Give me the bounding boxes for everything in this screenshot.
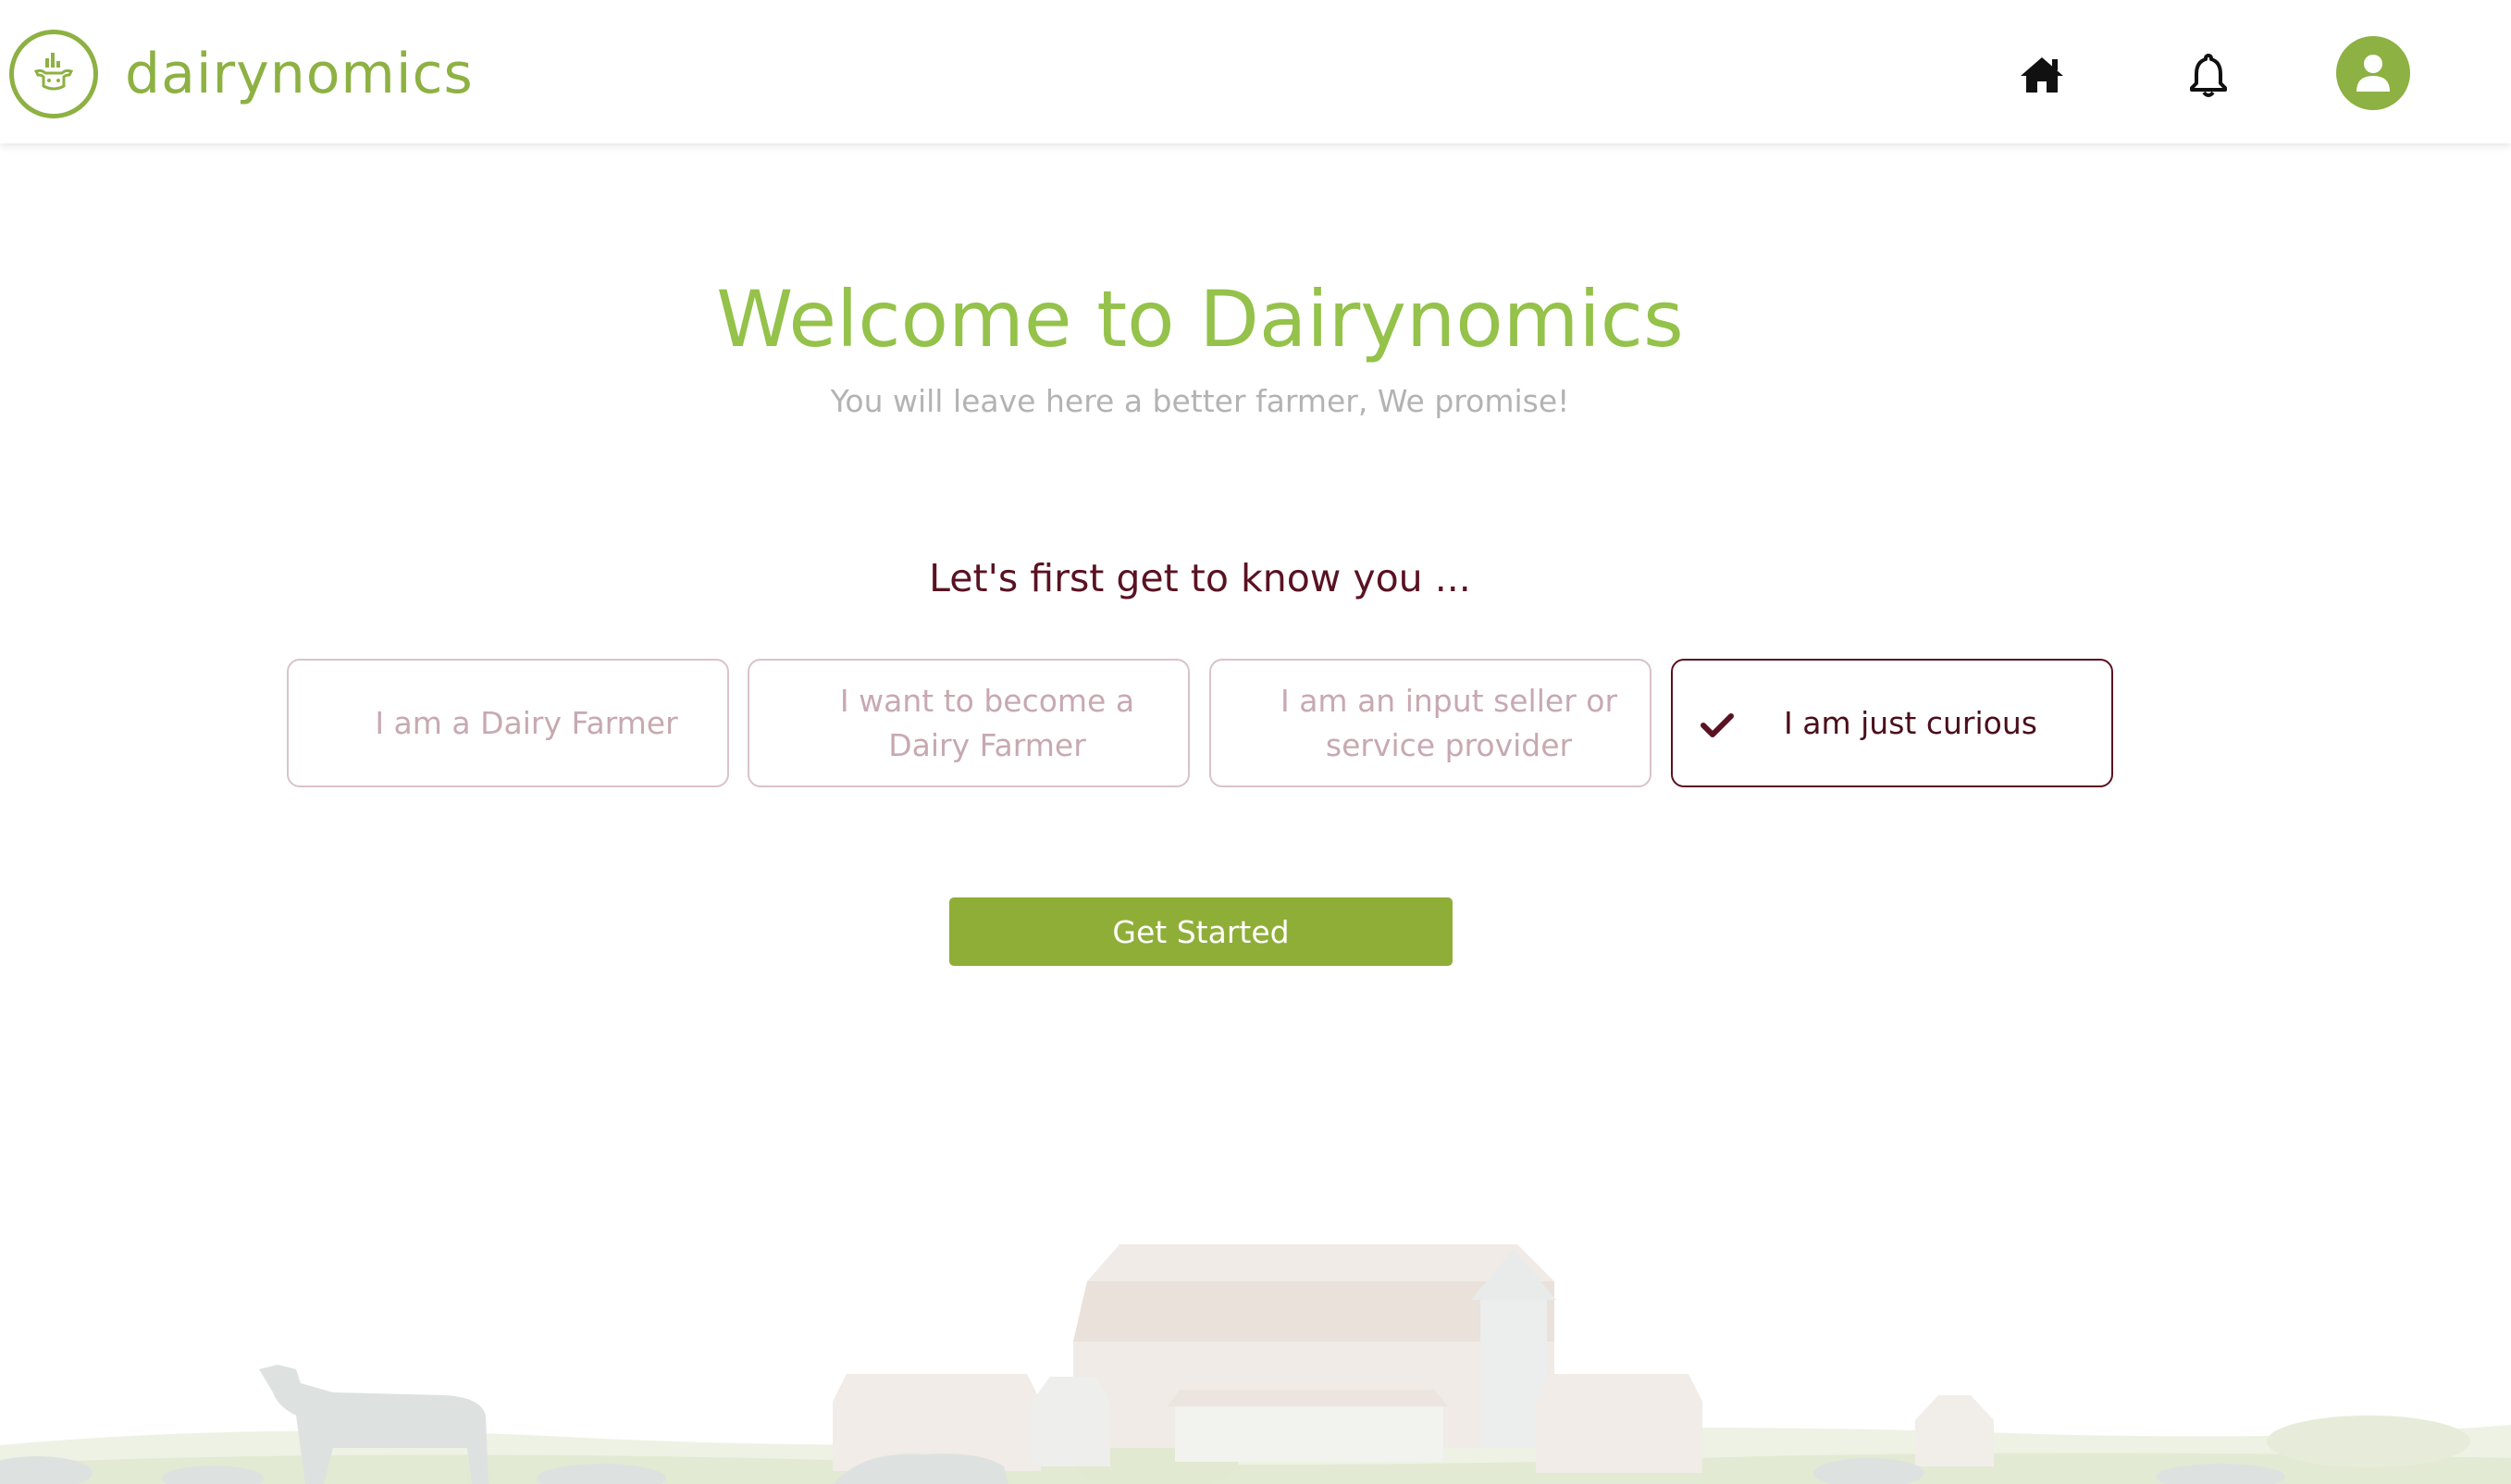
top-navbar: dairynomics	[0, 0, 2511, 143]
bell-icon[interactable]	[2182, 48, 2235, 102]
user-avatar-icon[interactable]	[2336, 36, 2410, 110]
option-label: I am just curious	[1784, 704, 2037, 741]
option-label: I am a Dairy Farmer	[375, 704, 678, 741]
option-input-seller[interactable]: I am an input seller or service provider	[1209, 659, 1651, 787]
option-label: I am an input seller or service provider	[1280, 682, 1618, 763]
dairynomics-logo-icon[interactable]	[9, 30, 98, 118]
option-dairy-farmer[interactable]: I am a Dairy Farmer	[287, 659, 729, 787]
page: dairynomics Welcome to Dairynomics You w…	[0, 0, 2511, 1484]
option-just-curious[interactable]: I am just curious	[1671, 659, 2113, 787]
page-title: Welcome to Dairynomics	[716, 274, 1684, 365]
farm-illustration	[0, 1244, 2511, 1484]
brand-name[interactable]: dairynomics	[125, 41, 474, 107]
option-label: I want to become a Dairy Farmer	[839, 682, 1135, 763]
option-become-dairy-farmer[interactable]: I want to become a Dairy Farmer	[748, 659, 1190, 787]
page-subtitle: You will leave here a better farmer, We …	[830, 383, 1570, 419]
get-started-button[interactable]: Get Started	[949, 897, 1453, 966]
question-heading: Let's first get to know you ...	[929, 556, 1471, 600]
home-icon[interactable]	[2015, 48, 2069, 102]
